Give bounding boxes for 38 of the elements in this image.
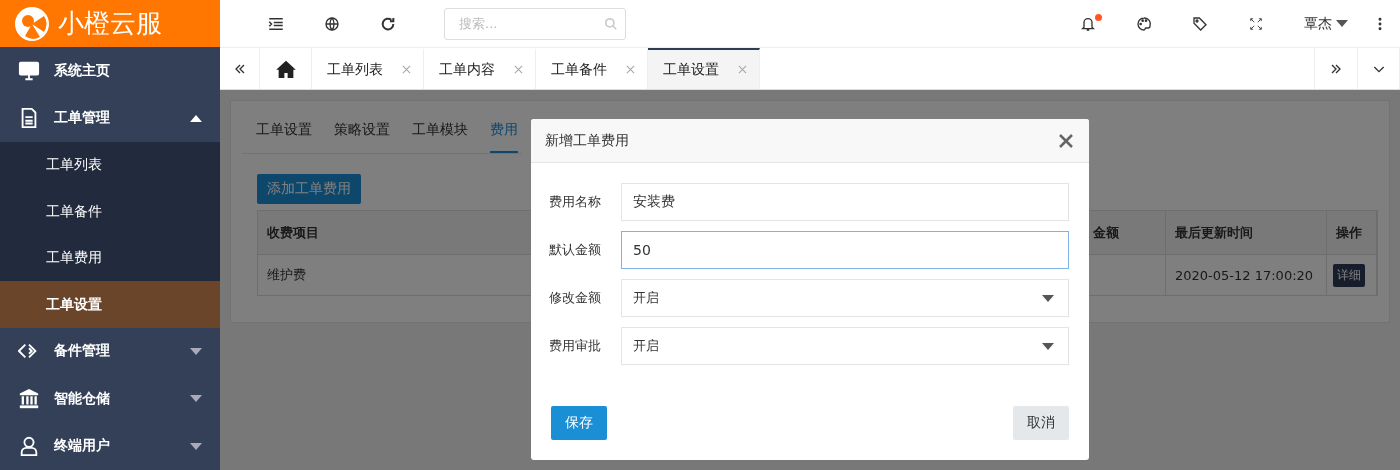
caret-icon xyxy=(190,114,202,122)
select-field[interactable]: 开启 xyxy=(621,327,1069,365)
cancel-button[interactable]: 取消 xyxy=(1013,406,1069,440)
scroll-right-icon[interactable] xyxy=(1314,48,1358,89)
input-field[interactable]: 50 xyxy=(621,231,1069,269)
save-button[interactable]: 保存 xyxy=(551,406,607,440)
caret-icon xyxy=(1042,342,1054,350)
detail-button[interactable]: 详细 xyxy=(1333,263,1365,287)
caret-icon xyxy=(1042,294,1054,302)
input-field[interactable]: 安装费 xyxy=(621,183,1069,221)
logo-icon xyxy=(14,5,50,42)
table-header: 最后更新时间 xyxy=(1166,211,1327,255)
caret-icon xyxy=(190,348,202,355)
table-cell: 2020-05-12 17:00:20 xyxy=(1166,255,1327,295)
select-field[interactable]: 开启 xyxy=(621,279,1069,317)
close-icon[interactable] xyxy=(1059,133,1073,148)
user-menu[interactable]: 覃杰 xyxy=(1304,14,1348,33)
settings-tab[interactable]: 策略设置 xyxy=(334,101,390,153)
sidebar-subitem[interactable]: 工单备件 xyxy=(0,188,220,235)
page-tab[interactable]: 工单设置 xyxy=(648,48,760,89)
sidebar-subitem[interactable]: 工单费用 xyxy=(0,235,220,282)
logo-text: 小橙云服 xyxy=(58,7,162,41)
dialog-title: 新增工单费用 xyxy=(545,131,629,150)
field-label: 费用名称 xyxy=(549,193,602,211)
table-header: 操作 xyxy=(1327,211,1377,255)
field-label: 费用审批 xyxy=(549,337,602,355)
caret-icon xyxy=(1336,20,1348,27)
user-icon xyxy=(18,435,40,458)
caret-icon xyxy=(190,442,202,450)
settings-tab[interactable]: 工单模块 xyxy=(412,101,468,153)
search-field[interactable]: 搜索... xyxy=(444,7,626,40)
search-icon xyxy=(604,16,618,31)
bank-icon xyxy=(18,387,40,410)
sidebar-subitem[interactable]: 工单列表 xyxy=(0,142,220,189)
monitor-icon xyxy=(18,60,40,83)
sidebar-subitem[interactable]: 工单设置 xyxy=(0,281,220,328)
caret-icon xyxy=(190,395,202,403)
settings-tab[interactable]: 工单设置 xyxy=(256,101,312,153)
